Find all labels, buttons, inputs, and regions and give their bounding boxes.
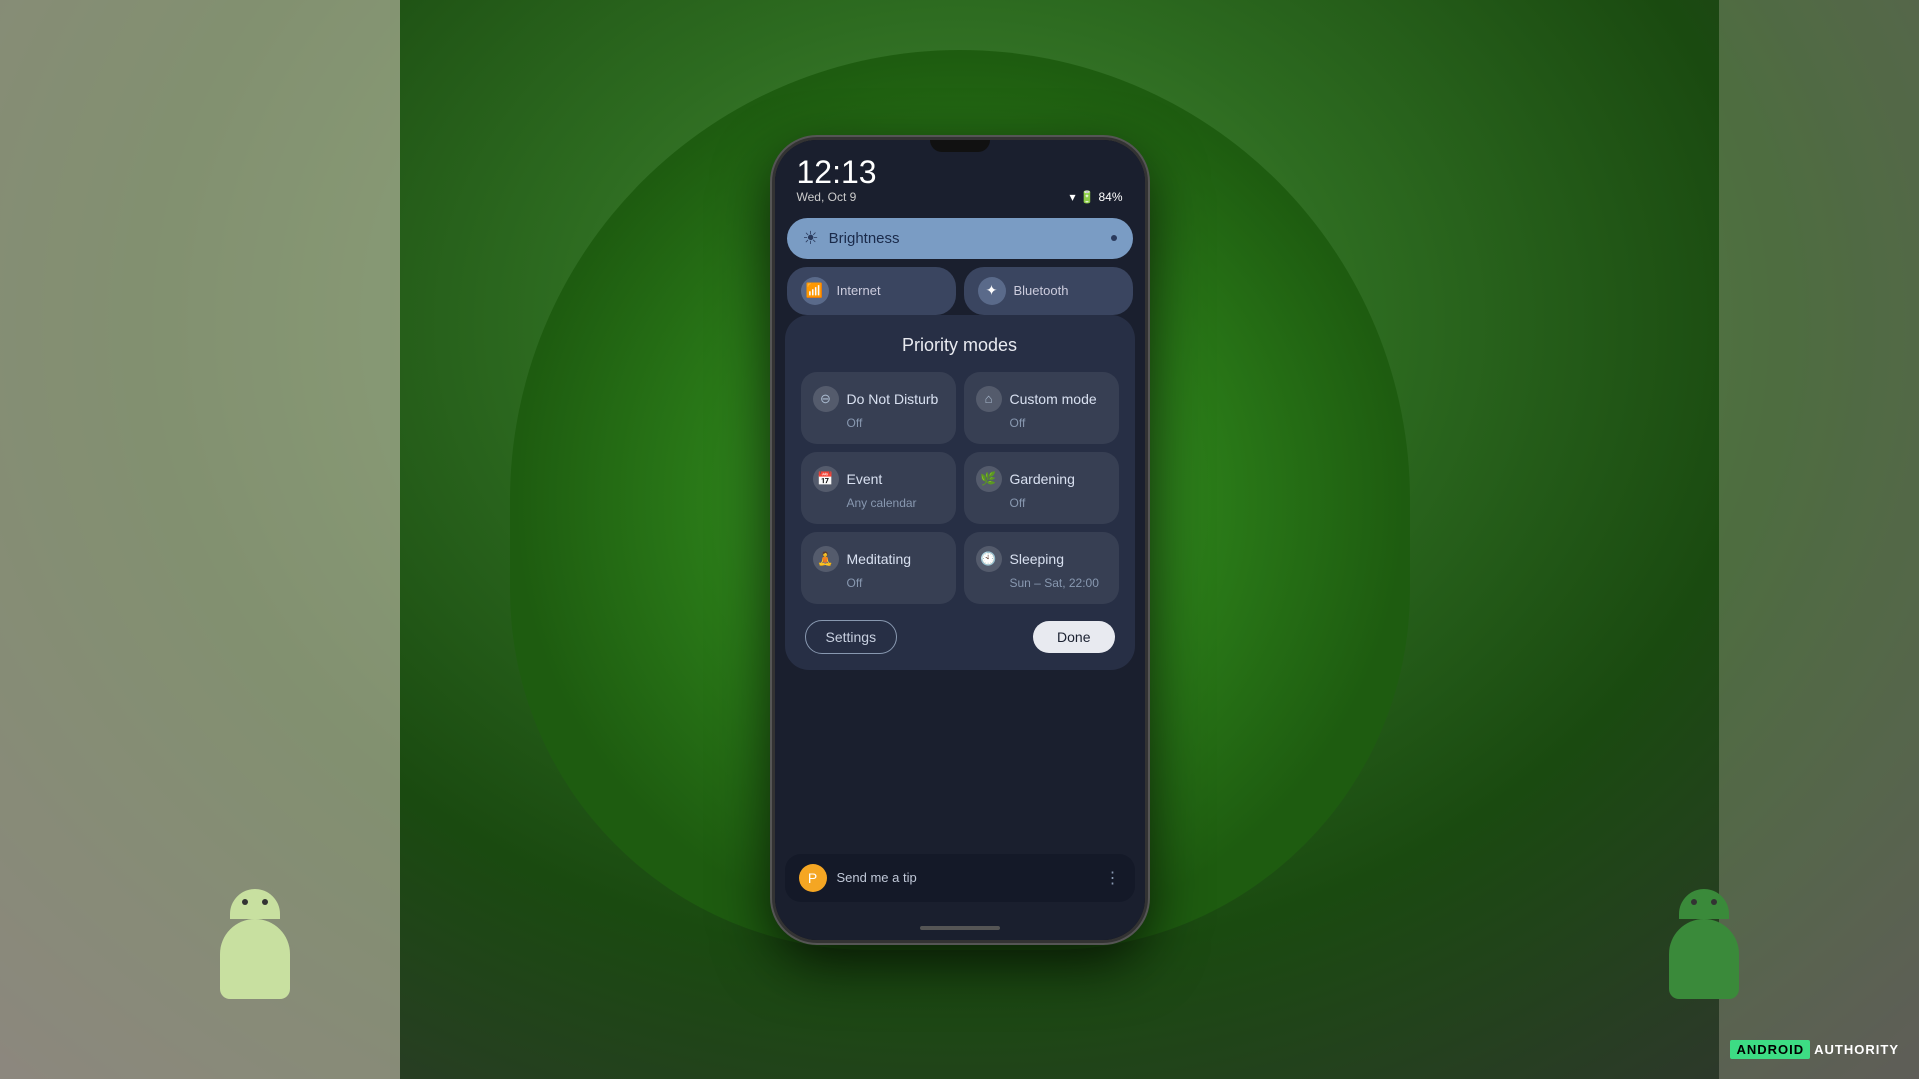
mode-tile-dnd-header: ⊖ Do Not Disturb	[813, 386, 944, 412]
gardening-status: Off	[976, 496, 1107, 510]
internet-tile[interactable]: 📶 Internet	[787, 267, 956, 315]
priority-modes-modal: Priority modes ⊖ Do Not Disturb Off ⌂ Cu…	[785, 315, 1135, 670]
modal-buttons: Settings Done	[801, 620, 1119, 654]
event-name: Event	[847, 471, 883, 487]
event-status: Any calendar	[813, 496, 944, 510]
clock: 12:13	[797, 156, 877, 188]
authority-text: AUTHORITY	[1814, 1042, 1899, 1057]
sleeping-status: Sun – Sat, 22:00	[976, 576, 1107, 590]
bluetooth-tile[interactable]: ✦ Bluetooth	[964, 267, 1133, 315]
bluetooth-icon: ✦	[978, 277, 1006, 305]
mode-tile-event-header: 📅 Event	[813, 466, 944, 492]
android-head-left	[230, 889, 280, 919]
custom-icon: ⌂	[976, 386, 1002, 412]
mode-tile-custom-header: ⌂ Custom mode	[976, 386, 1107, 412]
meditating-icon: 🧘	[813, 546, 839, 572]
mode-tile-custom[interactable]: ⌂ Custom mode Off	[964, 372, 1119, 444]
phone-screen: 12:13 Wed, Oct 9 ▾ 🔋 84% ☀ Brightness 📶	[775, 140, 1145, 940]
android-authority-logo: ANDROID AUTHORITY	[1730, 1040, 1899, 1059]
tip-icon-letter: P	[808, 870, 817, 886]
android-body-left	[220, 919, 290, 999]
battery-icon: 🔋	[1080, 190, 1095, 204]
phone-frame: 12:13 Wed, Oct 9 ▾ 🔋 84% ☀ Brightness 📶	[775, 140, 1145, 940]
android-head-right	[1679, 889, 1729, 919]
event-icon: 📅	[813, 466, 839, 492]
mode-tile-meditating[interactable]: 🧘 Meditating Off	[801, 532, 956, 604]
home-indicator[interactable]	[920, 926, 1000, 930]
right-wall	[1719, 0, 1919, 1079]
quick-tiles-row: 📶 Internet ✦ Bluetooth	[787, 267, 1133, 315]
mode-tile-event[interactable]: 📅 Event Any calendar	[801, 452, 956, 524]
quick-settings-area: ☀ Brightness 📶 Internet ✦ Bluetooth	[775, 210, 1145, 327]
custom-status: Off	[976, 416, 1107, 430]
android-figure-right	[1669, 889, 1739, 999]
bluetooth-label: Bluetooth	[1014, 283, 1069, 298]
gardening-name: Gardening	[1010, 471, 1075, 487]
date: Wed, Oct 9	[797, 190, 877, 204]
custom-name: Custom mode	[1010, 391, 1097, 407]
sleeping-name: Sleeping	[1010, 551, 1065, 567]
brightness-tile[interactable]: ☀ Brightness	[787, 218, 1133, 259]
mode-tile-do-not-disturb[interactable]: ⊖ Do Not Disturb Off	[801, 372, 956, 444]
dnd-status: Off	[813, 416, 944, 430]
brightness-dot	[1111, 235, 1117, 241]
mode-tile-gardening-header: 🌿 Gardening	[976, 466, 1107, 492]
phone-notch	[930, 140, 990, 152]
tip-more-icon[interactable]: ⋮	[1105, 868, 1121, 888]
brightness-icon: ☀	[803, 228, 819, 249]
settings-button[interactable]: Settings	[805, 620, 898, 654]
mode-tile-gardening[interactable]: 🌿 Gardening Off	[964, 452, 1119, 524]
tip-bar[interactable]: P Send me a tip ⋮	[785, 854, 1135, 902]
dnd-name: Do Not Disturb	[847, 391, 939, 407]
done-button[interactable]: Done	[1033, 621, 1114, 653]
mode-grid: ⊖ Do Not Disturb Off ⌂ Custom mode Off 📅	[801, 372, 1119, 604]
tip-icon: P	[799, 864, 827, 892]
status-icons: ▾ 🔋 84%	[1069, 190, 1122, 204]
android-figure-left	[220, 889, 290, 999]
wifi-icon: ▾	[1069, 190, 1075, 204]
android-body-right	[1669, 919, 1739, 999]
internet-icon: 📶	[801, 277, 829, 305]
battery-percent: 84%	[1098, 190, 1122, 204]
gardening-icon: 🌿	[976, 466, 1002, 492]
meditating-status: Off	[813, 576, 944, 590]
priority-modes-title: Priority modes	[801, 335, 1119, 356]
mode-tile-sleeping[interactable]: 🕙 Sleeping Sun – Sat, 22:00	[964, 532, 1119, 604]
meditating-name: Meditating	[847, 551, 912, 567]
time-block: 12:13 Wed, Oct 9	[797, 156, 877, 204]
mode-tile-sleeping-header: 🕙 Sleeping	[976, 546, 1107, 572]
internet-label: Internet	[837, 283, 881, 298]
android-text: ANDROID	[1730, 1040, 1810, 1059]
brightness-label: Brightness	[829, 230, 1111, 247]
dnd-icon: ⊖	[813, 386, 839, 412]
sleeping-icon: 🕙	[976, 546, 1002, 572]
mode-tile-meditating-header: 🧘 Meditating	[813, 546, 944, 572]
tip-text: Send me a tip	[837, 870, 1095, 885]
